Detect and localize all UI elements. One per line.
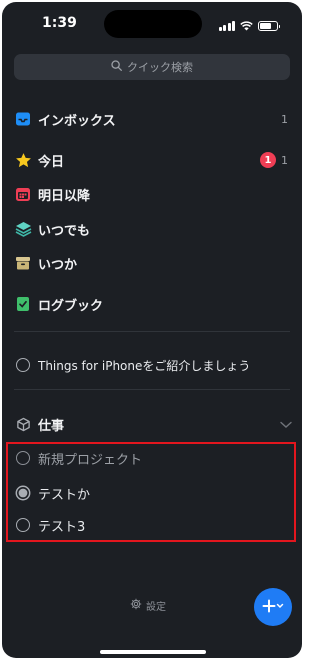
project-circle-icon [14, 356, 32, 374]
plus-icon [262, 598, 284, 617]
project-intro[interactable]: Things for iPhoneをご紹介しましょう [14, 353, 292, 377]
phone-screen: 1:39 クイック検索 インボックス 1 今日 1 1 明日以降 いつでも いつ… [2, 2, 302, 658]
chevron-down-icon[interactable] [280, 418, 292, 433]
list-today[interactable]: 今日 1 1 [14, 148, 292, 172]
today-badge: 1 [260, 152, 276, 168]
status-icons [218, 16, 280, 35]
list-inbox[interactable]: インボックス 1 [14, 107, 292, 131]
inbox-icon [14, 110, 32, 128]
list-upcoming[interactable]: 明日以降 [14, 182, 292, 206]
divider [14, 331, 290, 332]
list-today-label: 今日 [38, 154, 65, 170]
area-work-label: 仕事 [38, 418, 65, 434]
list-anytime-label: いつでも [38, 223, 91, 239]
search-icon [111, 60, 122, 74]
list-inbox-label: インボックス [38, 113, 116, 129]
list-logbook[interactable]: ログブック [14, 292, 292, 316]
battery-icon [258, 20, 280, 31]
archive-box-icon [14, 254, 32, 272]
signal-icon [218, 20, 235, 31]
area-cube-icon [14, 415, 32, 433]
status-time: 1:39 [42, 15, 77, 31]
star-icon [14, 151, 32, 169]
logbook-icon [14, 295, 32, 313]
list-someday[interactable]: いつか [14, 251, 292, 275]
gear-icon [130, 598, 142, 613]
home-indicator [100, 650, 206, 654]
project-intro-label: Things for iPhoneをご紹介しましょう [38, 358, 251, 373]
inbox-count: 1 [281, 112, 288, 126]
status-bar: 1:39 [2, 2, 302, 46]
today-count: 1 [281, 153, 288, 167]
list-anytime[interactable]: いつでも [14, 217, 292, 241]
settings-label: 設定 [146, 602, 166, 613]
wifi-icon [240, 16, 253, 35]
dynamic-island [104, 10, 202, 38]
add-button[interactable] [254, 588, 292, 626]
list-someday-label: いつか [38, 257, 78, 273]
layers-icon [14, 220, 32, 238]
settings-button[interactable]: 設定 [130, 598, 166, 613]
divider [14, 389, 290, 390]
search-placeholder: クイック検索 [127, 61, 193, 74]
list-logbook-label: ログブック [38, 298, 104, 314]
quick-search-bar[interactable]: クイック検索 [14, 54, 290, 80]
calendar-icon [14, 185, 32, 203]
list-upcoming-label: 明日以降 [38, 188, 91, 204]
highlight-box [6, 442, 296, 542]
area-work[interactable]: 仕事 [14, 412, 292, 436]
